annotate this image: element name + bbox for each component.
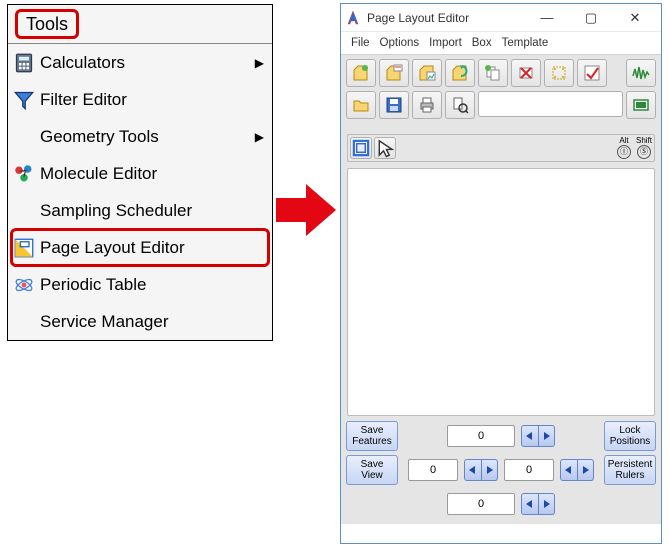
molecule-icon	[14, 164, 34, 184]
toolbar-btn-waveform[interactable]	[626, 59, 656, 87]
persistent-rulers-button[interactable]: Persistent Rulers	[604, 455, 656, 485]
toolbar-btn-1[interactable]	[346, 59, 376, 87]
toolbar-btn-2[interactable]	[379, 59, 409, 87]
canvas-toolbar: AltⒾ ShiftⓈ	[347, 134, 655, 162]
toolbar-display-button[interactable]	[626, 91, 656, 119]
menu-box[interactable]: Box	[468, 35, 496, 51]
menu-item-label: Calculators	[40, 53, 249, 73]
menu-import[interactable]: Import	[425, 35, 466, 51]
shift-label: Shift	[636, 137, 652, 145]
spinner-3[interactable]	[560, 459, 594, 481]
submenu-arrow-icon: ▶	[255, 56, 264, 70]
menu-item-label: Molecule Editor	[40, 164, 264, 184]
periodic-table-icon	[14, 275, 34, 295]
spinner-2[interactable]	[464, 459, 498, 481]
toolbar-print-button[interactable]	[412, 91, 442, 119]
spinner-4[interactable]	[521, 493, 555, 515]
layout-icon	[14, 238, 34, 258]
menu-item-label: Sampling Scheduler	[40, 201, 264, 221]
alt-label: Alt	[619, 137, 628, 145]
toolbar-preview-button[interactable]	[445, 91, 475, 119]
toolbar-btn-4[interactable]	[445, 59, 475, 87]
toolbar	[341, 54, 661, 129]
menu-item-label: Service Manager	[40, 312, 264, 332]
maximize-button[interactable]: ▢	[569, 7, 613, 29]
canvas-select-button[interactable]	[350, 137, 372, 159]
menu-item-periodic-table[interactable]: Periodic Table	[8, 266, 272, 303]
layout-canvas[interactable]	[347, 168, 655, 416]
canvas-pointer-button[interactable]	[374, 137, 396, 159]
numeric-field-4[interactable]: 0	[447, 493, 515, 515]
toolbar-btn-7[interactable]	[544, 59, 574, 87]
menu-item-page-layout-editor[interactable]: Page Layout Editor	[8, 229, 272, 266]
menu-title: Tools	[15, 9, 79, 39]
tools-menu: Tools Calculators ▶ Filter Editor Geomet…	[7, 4, 273, 341]
numeric-field-1[interactable]: 0	[447, 425, 515, 447]
lock-positions-button[interactable]: Lock Positions	[604, 421, 656, 451]
page-layout-editor-window: Page Layout Editor — ▢ ✕ File Options Im…	[340, 3, 662, 544]
arrow-icon	[276, 180, 336, 240]
alt-indicator-icon: Ⓘ	[617, 145, 631, 159]
filter-icon	[14, 90, 34, 110]
menu-item-service-manager[interactable]: Service Manager	[8, 303, 272, 340]
menu-header: Tools	[8, 5, 272, 43]
menu-item-label: Periodic Table	[40, 275, 264, 295]
menu-template[interactable]: Template	[498, 35, 553, 51]
shift-indicator-icon: Ⓢ	[637, 145, 651, 159]
minimize-button[interactable]: —	[525, 7, 569, 29]
close-button[interactable]: ✕	[613, 7, 657, 29]
toolbar-open-button[interactable]	[346, 91, 376, 119]
save-view-button[interactable]: Save View	[346, 455, 398, 485]
toolbar-btn-3[interactable]	[412, 59, 442, 87]
menu-item-label: Geometry Tools	[40, 127, 249, 147]
menu-item-calculators[interactable]: Calculators ▶	[8, 44, 272, 81]
menu-body: Calculators ▶ Filter Editor Geometry Too…	[8, 43, 272, 340]
menu-options[interactable]: Options	[376, 35, 424, 51]
save-features-button[interactable]: Save Features	[346, 421, 398, 451]
menu-item-label: Page Layout Editor	[40, 238, 264, 258]
menu-item-filter-editor[interactable]: Filter Editor	[8, 81, 272, 118]
numeric-field-2[interactable]: 0	[408, 459, 458, 481]
menubar: File Options Import Box Template	[341, 32, 661, 54]
toolbar-btn-6[interactable]	[511, 59, 541, 87]
calculator-icon	[14, 53, 34, 73]
canvas-area: AltⒾ ShiftⓈ	[341, 129, 661, 416]
app-icon	[345, 10, 361, 26]
spinner-1[interactable]	[521, 425, 555, 447]
toolbar-save-button[interactable]	[379, 91, 409, 119]
numeric-field-3[interactable]: 0	[504, 459, 554, 481]
window-titlebar: Page Layout Editor — ▢ ✕	[341, 4, 661, 32]
window-title: Page Layout Editor	[367, 11, 525, 25]
bottom-controls: Save Features 0 Lock Positions Save View…	[341, 416, 661, 524]
toolbar-btn-5[interactable]	[478, 59, 508, 87]
modifier-indicators: AltⒾ ShiftⓈ	[617, 137, 652, 159]
submenu-arrow-icon: ▶	[255, 130, 264, 144]
menu-item-sampling-scheduler[interactable]: Sampling Scheduler	[8, 192, 272, 229]
toolbar-btn-8[interactable]	[577, 59, 607, 87]
menu-item-molecule-editor[interactable]: Molecule Editor	[8, 155, 272, 192]
menu-item-geometry-tools[interactable]: Geometry Tools ▶	[8, 118, 272, 155]
toolbar-text-field[interactable]	[478, 91, 623, 117]
menu-file[interactable]: File	[347, 35, 374, 51]
menu-item-label: Filter Editor	[40, 90, 264, 110]
